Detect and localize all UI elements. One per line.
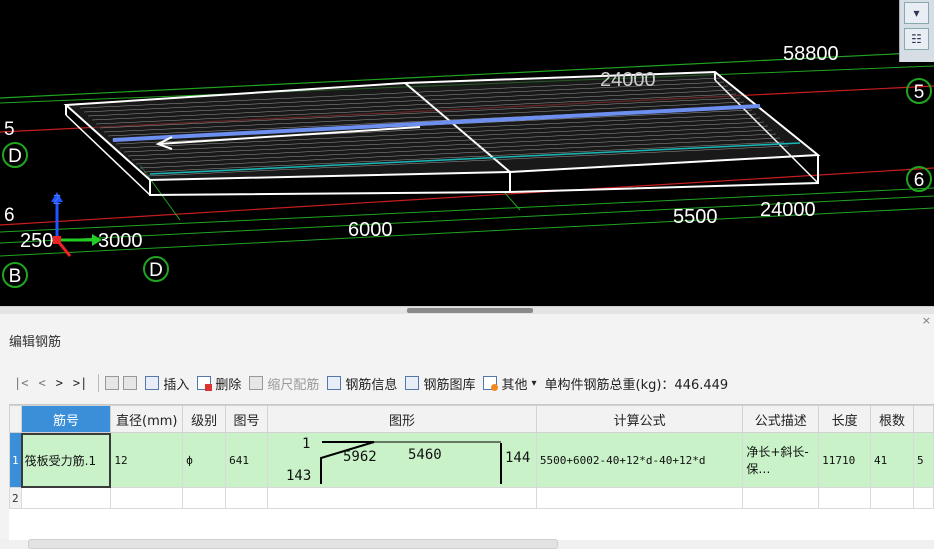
length-cell[interactable]: 11710 <box>818 432 872 488</box>
nav-first-button[interactable]: |< <box>14 376 28 390</box>
rebar-library-button[interactable]: 钢筋图库 <box>405 374 475 393</box>
axis-circle-D-bottom: D <box>143 256 169 282</box>
gizmo-z-label: Z <box>53 192 61 207</box>
count-cell[interactable] <box>870 487 914 509</box>
delete-label: 删除 <box>215 377 242 393</box>
document-icon <box>327 376 342 390</box>
axis-circle-6-right: 6 <box>906 166 932 192</box>
rebar-library-label: 钢筋图库 <box>423 377 476 393</box>
diameter-cell[interactable] <box>110 487 184 509</box>
dim-label-6000: 6000 <box>348 219 393 241</box>
dim-label-24000-bottom: 24000 <box>760 199 816 221</box>
other-label: 其他 <box>501 377 528 393</box>
move-down-icon[interactable] <box>123 376 138 390</box>
delete-icon <box>197 376 213 391</box>
shape-label-hook: 143 <box>286 468 312 484</box>
header-grade[interactable]: 级别 <box>182 405 227 433</box>
rebar-info-button[interactable]: 钢筋信息 <box>327 374 397 393</box>
dim-label-24000-top: 24000 <box>600 69 656 91</box>
shape-label-top: 1 <box>302 436 311 452</box>
rebar-toolbar: |< < > >| 插入 删除 缩尺配筋 钢筋信息 钢筋图库 其他 ▾ 单构件钢… <box>9 369 929 397</box>
table-row[interactable]: 1 筏板受力筋.1 12 ф 641 1 143 5962 5460 144 5… <box>9 432 934 488</box>
scale-rebar-button[interactable]: 缩尺配筋 <box>249 374 319 393</box>
nav-next-button[interactable]: > <box>56 376 63 390</box>
grid-axis-label-6-left: 6 <box>4 205 15 226</box>
grade-cell[interactable] <box>182 487 227 509</box>
axis-circle-B: B <box>2 262 28 288</box>
extra-cell[interactable]: 5 <box>912 432 934 488</box>
header-diameter[interactable]: 直径(mm) <box>110 405 184 433</box>
row-number[interactable]: 1 <box>9 432 22 488</box>
dim-label-3000: 3000 <box>98 230 143 252</box>
description-cell[interactable]: 净长+斜长-保… <box>742 432 820 488</box>
header-rownum <box>9 405 22 433</box>
toolbar-divider <box>98 374 100 392</box>
shape-label-straight: 5460 <box>408 447 442 463</box>
view-tools-panel: ▾ ☷ <box>899 0 934 62</box>
nav-prev-button[interactable]: < <box>38 376 45 390</box>
insert-button[interactable]: 插入 <box>145 374 189 393</box>
axis-circle-D-left: D <box>2 142 28 168</box>
shape-label-right: 144 <box>505 450 531 466</box>
splitter-grip[interactable] <box>407 308 533 313</box>
scale-rebar-label: 缩尺配筋 <box>267 377 320 393</box>
bar-number-cell[interactable]: 筏板受力筋.1 <box>20 432 112 488</box>
total-weight-text: 单构件钢筋总重(kg)：446.449 <box>544 377 729 393</box>
header-figure-no[interactable]: 图号 <box>225 405 268 433</box>
insert-label: 插入 <box>163 377 190 393</box>
view-list-icon[interactable]: ☷ <box>904 28 929 50</box>
header-shape[interactable]: 图形 <box>267 405 537 433</box>
figure-no-cell[interactable] <box>225 487 268 509</box>
diameter-cell[interactable]: 12 <box>110 432 184 488</box>
table-row[interactable]: 2 <box>9 487 934 509</box>
bar-number-cell[interactable] <box>20 487 112 509</box>
rebar-table: 筋号 直径(mm) 级别 图号 图形 计算公式 公式描述 长度 根数 1 筏板受… <box>9 404 934 540</box>
row-number[interactable]: 2 <box>9 487 22 509</box>
axis-circle-5-right: 5 <box>906 78 932 104</box>
edit-rebar-panel: 编辑钢筋 × |< < > >| 插入 删除 缩尺配筋 钢筋信息 钢筋图库 其他… <box>0 314 934 549</box>
header-bar-number[interactable]: 筋号 <box>20 405 112 433</box>
grid-axis-label-5-left: 5 <box>4 119 15 140</box>
header-extra[interactable] <box>912 405 934 433</box>
description-cell[interactable] <box>742 487 820 509</box>
library-icon <box>405 376 420 390</box>
extra-cell[interactable] <box>912 487 934 509</box>
view-dropdown-icon[interactable]: ▾ <box>904 2 929 24</box>
shape-cell[interactable]: 1 143 5962 5460 144 <box>267 432 537 488</box>
rebar-info-label: 钢筋信息 <box>345 377 398 393</box>
length-cell[interactable] <box>818 487 872 509</box>
table-header-row: 筋号 直径(mm) 级别 图号 图形 计算公式 公式描述 长度 根数 <box>9 405 934 433</box>
scale-rebar-icon <box>249 376 264 390</box>
close-icon[interactable]: × <box>922 314 931 327</box>
delete-button[interactable]: 删除 <box>197 374 241 393</box>
other-icon <box>483 376 499 391</box>
count-cell[interactable]: 41 <box>870 432 914 488</box>
nav-last-button[interactable]: >| <box>73 376 87 390</box>
shape-cell[interactable] <box>267 487 537 509</box>
figure-no-cell[interactable]: 641 <box>225 432 268 488</box>
insert-icon <box>145 376 160 390</box>
other-menu-button[interactable]: 其他 ▾ <box>483 374 537 393</box>
dim-label-5500: 5500 <box>673 206 718 228</box>
shape-label-slope: 5962 <box>343 449 377 465</box>
dim-label-58800: 58800 <box>783 43 839 65</box>
dim-label-250: 250 <box>20 230 54 252</box>
3d-viewport[interactable]: 58800 24000 6000 5500 24000 250 3000 5 6… <box>0 0 934 306</box>
grade-cell[interactable]: ф <box>182 432 227 488</box>
formula-cell[interactable]: 5500+6002-40+12*d-40+12*d <box>535 432 744 488</box>
header-formula[interactable]: 计算公式 <box>535 405 744 433</box>
chevron-down-icon: ▾ <box>531 377 537 389</box>
header-description[interactable]: 公式描述 <box>742 405 820 433</box>
header-count[interactable]: 根数 <box>870 405 914 433</box>
move-up-icon[interactable] <box>105 376 120 390</box>
header-length[interactable]: 长度 <box>818 405 872 433</box>
panel-title: 编辑钢筋 <box>9 335 62 350</box>
formula-cell[interactable] <box>535 487 744 509</box>
horizontal-scrollbar[interactable] <box>28 539 558 549</box>
